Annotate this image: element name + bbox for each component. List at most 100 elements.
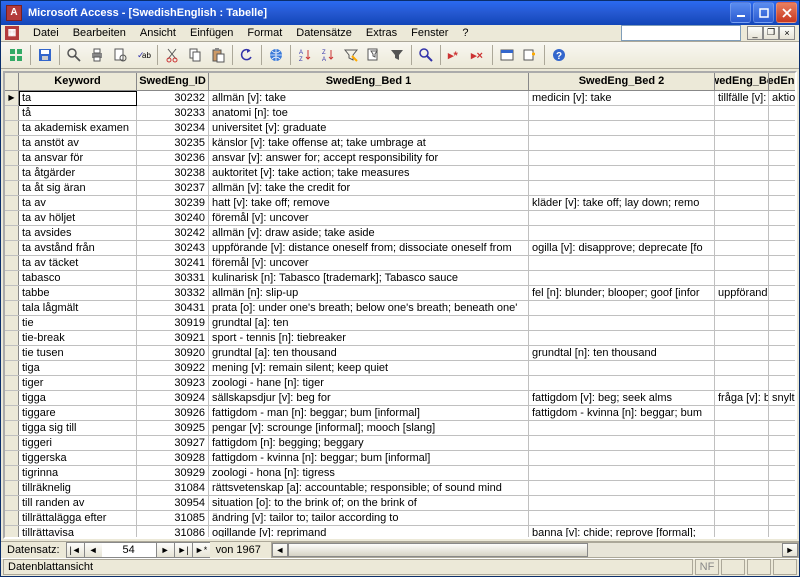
cell-bed2[interactable] — [529, 511, 715, 525]
mdi-restore-button[interactable]: ❐ — [763, 26, 779, 40]
row-selector[interactable] — [5, 496, 19, 510]
table-row[interactable]: ta avsides30242allmän [v]: draw aside; t… — [5, 226, 795, 241]
cell-bed1[interactable]: uppförande [v]: distance oneself from; d… — [209, 241, 529, 255]
cell-bed2[interactable]: fattigdom [v]: beg; seek alms — [529, 391, 715, 405]
menu-ansicht[interactable]: Ansicht — [134, 26, 182, 40]
cell-bed1[interactable]: allmän [v]: take the credit for — [209, 181, 529, 195]
cell-keyword[interactable]: tabasco — [19, 271, 137, 285]
nav-record-input[interactable] — [102, 542, 156, 558]
row-selector[interactable] — [5, 166, 19, 180]
row-selector[interactable] — [5, 526, 19, 537]
cell-id[interactable]: 30921 — [137, 331, 209, 345]
cell-id[interactable]: 30926 — [137, 406, 209, 420]
minimize-button[interactable] — [730, 2, 751, 23]
table-row[interactable]: ta av höljet30240föremål [v]: uncover — [5, 211, 795, 226]
hscroll-thumb[interactable] — [288, 543, 588, 557]
cell-bed1[interactable]: fattigdom - man [n]: beggar; bum [inform… — [209, 406, 529, 420]
cell-bed1[interactable]: föremål [v]: uncover — [209, 211, 529, 225]
cell-keyword[interactable]: ta av — [19, 196, 137, 210]
cell-bed3[interactable] — [715, 241, 769, 255]
cell-bed3[interactable] — [715, 271, 769, 285]
cell-bed3[interactable] — [715, 211, 769, 225]
table-row[interactable]: tigga30924sällskapsdjur [v]: beg forfatt… — [5, 391, 795, 406]
cell-id[interactable]: 30919 — [137, 316, 209, 330]
cell-bed3[interactable] — [715, 466, 769, 480]
menu-datensaetze[interactable]: Datensätze — [290, 26, 358, 40]
mdi-close-button[interactable]: × — [779, 26, 795, 40]
table-row[interactable]: tiggeri30927fattigdom [n]: begging; begg… — [5, 436, 795, 451]
cell-bed1[interactable]: mening [v]: remain silent; keep quiet — [209, 361, 529, 375]
menu-help[interactable]: ? — [456, 26, 474, 40]
database-window-button[interactable] — [496, 44, 518, 66]
row-selector[interactable] — [5, 391, 19, 405]
cell-keyword[interactable]: ta akademisk examen — [19, 121, 137, 135]
search-button[interactable] — [63, 44, 85, 66]
cell-bed2[interactable] — [529, 331, 715, 345]
table-row[interactable]: tillrättalägga efter31085ändring [v]: ta… — [5, 511, 795, 526]
table-row[interactable]: tigga sig till30925pengar [v]: scrounge … — [5, 421, 795, 436]
cell-bed4[interactable] — [769, 376, 795, 390]
menu-fenster[interactable]: Fenster — [405, 26, 454, 40]
cell-bed3[interactable] — [715, 481, 769, 495]
cell-keyword[interactable]: ta av täcket — [19, 256, 137, 270]
cell-id[interactable]: 30923 — [137, 376, 209, 390]
cell-bed2[interactable] — [529, 496, 715, 510]
cell-bed3[interactable] — [715, 151, 769, 165]
cell-bed1[interactable]: hatt [v]: take off; remove — [209, 196, 529, 210]
cell-bed2[interactable]: kläder [v]: take off; lay down; remo — [529, 196, 715, 210]
cell-id[interactable]: 30332 — [137, 286, 209, 300]
menu-datei[interactable]: Datei — [27, 26, 65, 40]
sort-desc-button[interactable]: ZA — [317, 44, 339, 66]
new-object-button[interactable] — [519, 44, 541, 66]
cell-bed1[interactable]: auktoritet [v]: take action; take measur… — [209, 166, 529, 180]
cell-bed2[interactable]: ogilla [v]: disapprove; deprecate [fo — [529, 241, 715, 255]
row-selector[interactable] — [5, 361, 19, 375]
menu-format[interactable]: Format — [241, 26, 288, 40]
cell-bed3[interactable] — [715, 166, 769, 180]
col-header-keyword[interactable]: Keyword — [19, 73, 137, 90]
cell-bed4[interactable] — [769, 151, 795, 165]
filter-selection-button[interactable] — [340, 44, 362, 66]
cell-id[interactable]: 30238 — [137, 166, 209, 180]
cell-id[interactable]: 30241 — [137, 256, 209, 270]
cell-bed1[interactable]: grundtal [a]: ten — [209, 316, 529, 330]
table-row[interactable]: ta anstöt av30235känslor [v]: take offen… — [5, 136, 795, 151]
cell-bed3[interactable] — [715, 436, 769, 450]
cell-id[interactable]: 31084 — [137, 481, 209, 495]
row-selector[interactable] — [5, 106, 19, 120]
cell-bed4[interactable] — [769, 166, 795, 180]
table-row[interactable]: tillrättavisa31086ogillande [v]: reprima… — [5, 526, 795, 537]
cell-keyword[interactable]: ta av höljet — [19, 211, 137, 225]
cell-bed2[interactable]: medicin [v]: take — [529, 91, 715, 105]
table-row[interactable]: tiggare30926fattigdom - man [n]: beggar;… — [5, 406, 795, 421]
filter-form-button[interactable] — [363, 44, 385, 66]
row-selector[interactable] — [5, 136, 19, 150]
cell-bed4[interactable] — [769, 331, 795, 345]
cell-bed4[interactable] — [769, 271, 795, 285]
col-header-swedeng-id[interactable]: SwedEng_ID — [137, 73, 209, 90]
cell-bed4[interactable] — [769, 196, 795, 210]
row-selector[interactable] — [5, 406, 19, 420]
cell-bed3[interactable] — [715, 316, 769, 330]
cell-keyword[interactable]: ta avsides — [19, 226, 137, 240]
row-selector[interactable] — [5, 301, 19, 315]
row-selector[interactable] — [5, 346, 19, 360]
cell-bed1[interactable]: kulinarisk [n]: Tabasco [trademark]; Tab… — [209, 271, 529, 285]
cell-id[interactable]: 30233 — [137, 106, 209, 120]
row-selector[interactable] — [5, 151, 19, 165]
help-button[interactable]: ? — [548, 44, 570, 66]
table-row[interactable]: ta avstånd från30243uppförande [v]: dist… — [5, 241, 795, 256]
cell-bed3[interactable] — [715, 226, 769, 240]
mdi-doc-icon[interactable]: ▦ — [5, 26, 19, 40]
find-button[interactable] — [415, 44, 437, 66]
menu-extras[interactable]: Extras — [360, 26, 403, 40]
row-selector[interactable] — [5, 511, 19, 525]
cell-bed2[interactable] — [529, 316, 715, 330]
cell-bed1[interactable]: fattigdom - kvinna [n]: beggar; bum [inf… — [209, 451, 529, 465]
new-record-button[interactable]: ▸* — [444, 44, 466, 66]
cell-bed3[interactable] — [715, 121, 769, 135]
filter-toggle-button[interactable] — [386, 44, 408, 66]
cell-keyword[interactable]: ta anstöt av — [19, 136, 137, 150]
cell-bed1[interactable]: ändring [v]: tailor to; tailor according… — [209, 511, 529, 525]
cell-keyword[interactable]: tala lågmält — [19, 301, 137, 315]
